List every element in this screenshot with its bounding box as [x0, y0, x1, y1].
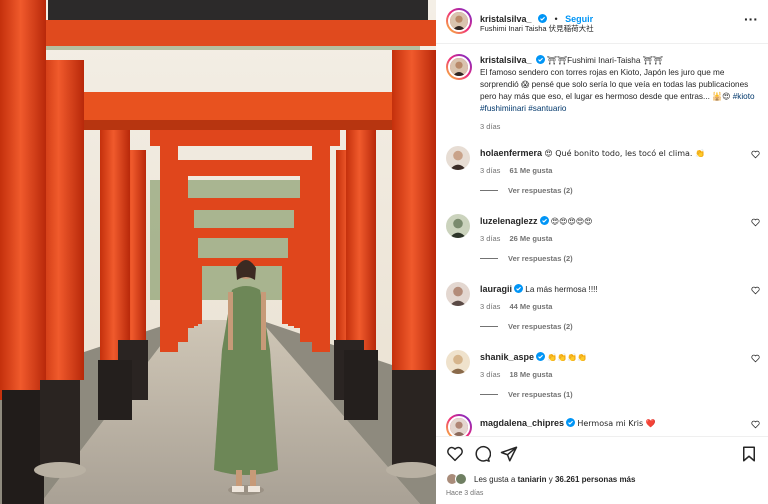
comment-username[interactable]: holaenfermera [480, 148, 542, 158]
liked-by-avatars[interactable] [446, 473, 474, 485]
post-header: kristalsilva_ • Seguir Fushimi Inari Tai… [436, 0, 768, 44]
comment-avatar[interactable] [446, 350, 470, 374]
comment-icon[interactable] [473, 445, 491, 463]
comment-heart-icon[interactable] [751, 420, 760, 429]
view-replies-button[interactable]: Ver respuestas (2) [480, 322, 573, 331]
caption-emoji-mid: 😱 [520, 80, 530, 89]
post-side-panel: kristalsilva_ • Seguir Fushimi Inari Tai… [436, 0, 768, 504]
post-image [0, 0, 436, 504]
post-caption: kristalsilva_ ⛩⛩Fushimi Inari-Taisha ⛩⛩ … [480, 54, 758, 115]
likes-summary[interactable]: Les gusta a taniarin y 36.261 personas m… [474, 475, 635, 484]
bookmark-icon[interactable] [740, 445, 758, 463]
comment-text: Hermosa mi Kris ❤️ [577, 419, 656, 428]
comment-text: La más hermosa !!!! [525, 285, 598, 294]
comment-username[interactable]: luzelenaglezz [480, 216, 538, 226]
comment-item: shanik_aspe 👏👏👏👏 3 días 18 Me gusta Ver r… [436, 348, 768, 412]
comment-text: 😍😍😍😍😍 [550, 217, 593, 226]
comment-avatar[interactable] [446, 282, 470, 306]
comment-heart-icon[interactable] [751, 218, 760, 227]
comment-heart-icon[interactable] [751, 354, 760, 363]
comment-text: 😍 Qué bonito todo, les tocó el clima. 👏 [544, 149, 705, 158]
comment-avatar[interactable] [446, 146, 470, 170]
comment-likes[interactable]: 18 Me gusta [509, 370, 552, 379]
caption-username[interactable]: kristalsilva_ [480, 55, 532, 65]
more-icon[interactable]: ··· [744, 11, 758, 27]
comment-text: 👏👏👏👏 [547, 353, 588, 362]
comment-time: 3 días [480, 234, 501, 243]
comment-avatar[interactable] [446, 414, 472, 436]
verified-icon [535, 55, 545, 64]
comment-heart-icon[interactable] [751, 286, 760, 295]
comment-avatar[interactable] [446, 214, 470, 238]
comment-item: luzelenaglezz 😍😍😍😍😍 3 días 26 Me gusta Ve… [436, 212, 768, 276]
caption-emoji-lead: ⛩⛩ [546, 56, 568, 65]
verified-icon [539, 216, 549, 225]
post-photo[interactable] [0, 0, 436, 504]
caption-avatar[interactable] [446, 54, 472, 80]
share-icon[interactable] [500, 445, 518, 463]
comments-section[interactable]: kristalsilva_ ⛩⛩Fushimi Inari-Taisha ⛩⛩ … [436, 44, 768, 436]
comment-username[interactable]: lauragii [480, 284, 512, 294]
view-replies-button[interactable]: Ver respuestas (1) [480, 390, 573, 399]
post-location[interactable]: Fushimi Inari Taisha 伏見稲荷大社 [480, 23, 594, 34]
comment-item: holaenfermera 😍 Qué bonito todo, les toc… [436, 144, 768, 208]
verified-icon [566, 418, 576, 427]
comment-time: 3 días [480, 370, 501, 379]
comment-likes[interactable]: 26 Me gusta [509, 234, 552, 243]
heart-icon[interactable] [446, 445, 464, 463]
author-avatar[interactable] [446, 8, 472, 34]
verified-icon [514, 284, 524, 293]
post-footer: Les gusta a taniarin y 36.261 personas m… [436, 436, 768, 504]
caption-time: 3 días [480, 122, 501, 131]
verified-icon [536, 352, 546, 361]
caption-emoji-tail: ⛩⛩ [642, 56, 663, 65]
caption-emoji-end: 🕌😍 [712, 92, 731, 101]
comment-item: magdalena_chipres Hermosa mi Kris ❤️ [436, 414, 768, 436]
comment-time: 3 días [480, 166, 501, 175]
view-replies-button[interactable]: Ver respuestas (2) [480, 186, 573, 195]
verified-icon [538, 14, 547, 23]
comment-likes[interactable]: 44 Me gusta [509, 302, 552, 311]
view-replies-button[interactable]: Ver respuestas (2) [480, 254, 573, 263]
comment-likes[interactable]: 61 Me gusta [509, 166, 552, 175]
caption-title: Fushimi Inari-Taisha [567, 56, 641, 65]
comment-username[interactable]: shanik_aspe [480, 352, 534, 362]
comment-item: lauragii La más hermosa !!!! 3 días 44 Me… [436, 280, 768, 344]
comment-time: 3 días [480, 302, 501, 311]
post-time: Hace 3 días [446, 490, 484, 497]
comment-username[interactable]: magdalena_chipres [480, 418, 564, 428]
comment-heart-icon[interactable] [751, 150, 760, 159]
